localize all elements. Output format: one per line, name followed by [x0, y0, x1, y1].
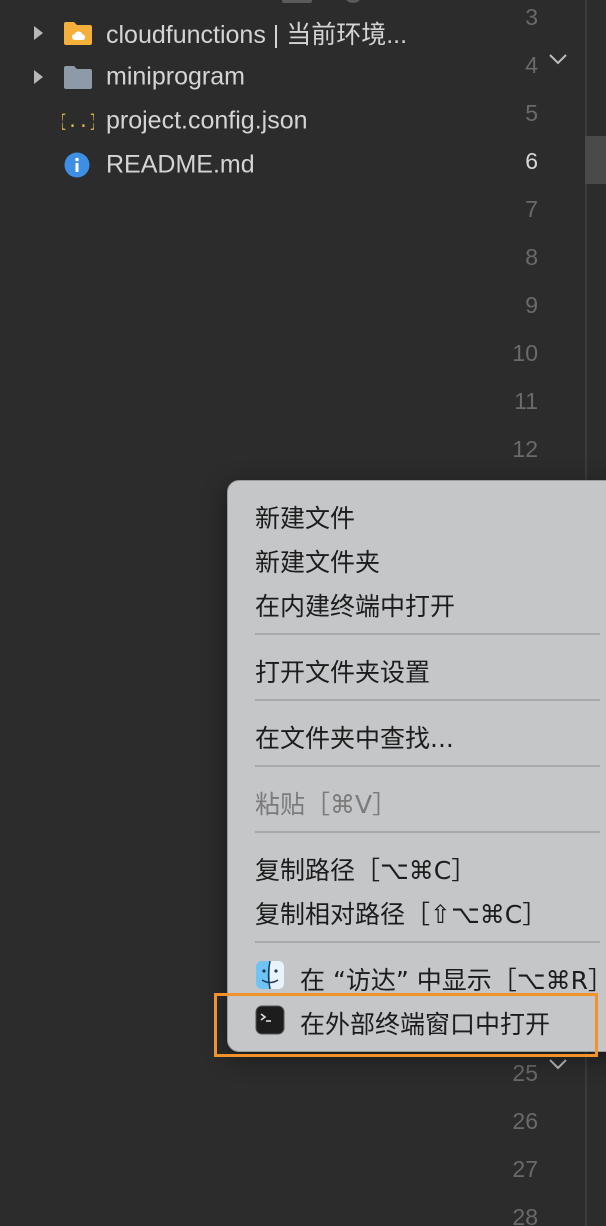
cloud-folder-icon: [62, 19, 94, 47]
menu-item-paste: 粘贴［⌘V］: [255, 790, 398, 819]
line-number-active: 6: [525, 148, 538, 174]
line-number: 12: [512, 436, 538, 462]
highlight-box: [214, 993, 598, 1057]
tree-item-project-config[interactable]: {..} project.config.json: [0, 99, 438, 143]
menu-item-reveal-in-finder[interactable]: 在 “访达” 中显示［⌥⌘R］: [300, 961, 606, 997]
menu-separator: [255, 699, 600, 701]
finder-icon: [256, 960, 284, 990]
menu-item-copy-relative-path[interactable]: 复制相对路径［⇧⌥⌘C］: [255, 895, 547, 931]
line-number: 4: [525, 52, 538, 78]
menu-item-find-in-folder[interactable]: 在文件夹中查找...: [255, 719, 454, 755]
folder-icon: [62, 63, 94, 91]
fold-chevron-icon[interactable]: [548, 52, 568, 66]
line-number: 10: [512, 340, 538, 366]
tree-item-label: README.md: [106, 150, 255, 179]
menu-separator: [255, 831, 600, 833]
line-number: 11: [514, 388, 538, 414]
tree-item-label: project.config.json: [106, 106, 308, 135]
info-icon: [62, 151, 94, 179]
tree-item-label: cloudfunctions | 当前环境...: [106, 21, 408, 49]
line-number: 3: [525, 4, 538, 30]
line-number: 7: [525, 196, 538, 222]
menu-item-folder-settings[interactable]: 打开文件夹设置: [255, 653, 430, 689]
svg-text:{..}: {..}: [62, 111, 94, 132]
tree-item-readme[interactable]: README.md: [0, 143, 438, 187]
menu-separator: [255, 765, 600, 767]
fold-chevron-icon[interactable]: [548, 1057, 568, 1071]
menu-item-open-in-builtin-terminal[interactable]: 在内建终端中打开: [255, 587, 455, 623]
menu-item-copy-path[interactable]: 复制路径［⌥⌘C］: [255, 851, 476, 887]
context-menu: 新建文件 新建文件夹 在内建终端中打开 打开文件夹设置 在文件夹中查找... 粘…: [227, 480, 606, 1052]
line-number: 9: [525, 292, 538, 318]
menu-separator: [255, 941, 600, 943]
menu-separator: [255, 633, 600, 635]
expand-caret-icon[interactable]: [34, 26, 43, 40]
line-number: 8: [525, 244, 538, 270]
line-number: 25: [512, 1060, 538, 1086]
line-number: 5: [525, 100, 538, 126]
expand-caret-icon[interactable]: [34, 70, 43, 84]
line-number: 26: [512, 1108, 538, 1134]
tree-item-miniprogram[interactable]: miniprogram: [0, 55, 438, 99]
scrollbar-thumb[interactable]: [585, 136, 606, 184]
menu-item-new-folder[interactable]: 新建文件夹: [255, 543, 380, 579]
toolbar-stub: [280, 0, 390, 6]
line-number: 27: [512, 1156, 538, 1182]
tree-item-cloudfunctions[interactable]: cloudfunctions | 当前环境...: [0, 11, 438, 55]
line-number: 28: [512, 1204, 538, 1226]
json-file-icon: {..}: [56, 107, 99, 135]
tree-item-label: miniprogram: [106, 62, 245, 91]
menu-item-new-file[interactable]: 新建文件: [255, 499, 355, 535]
